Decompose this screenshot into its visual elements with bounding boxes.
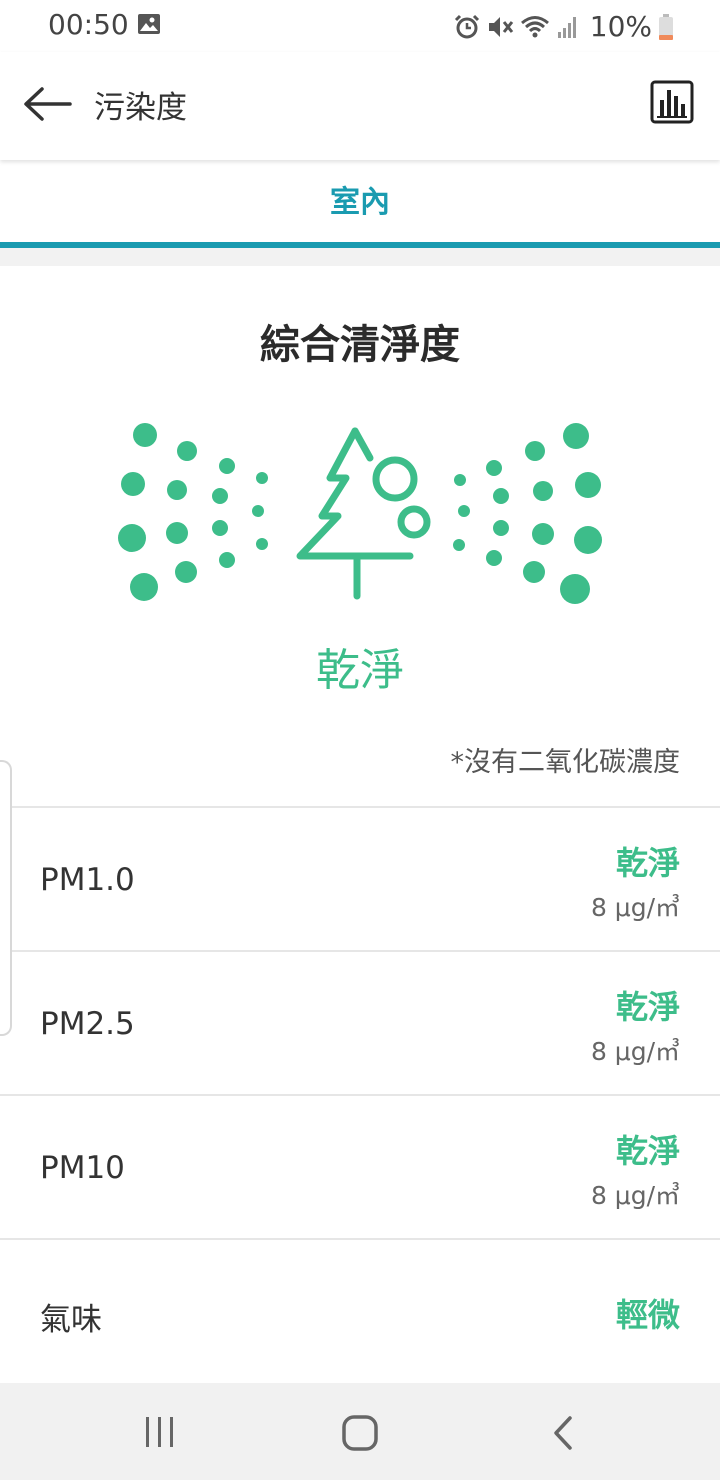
metric-row-odor[interactable]: 氣味 輕微 — [0, 1238, 720, 1383]
alarm-icon — [454, 14, 479, 38]
metric-row-pm10[interactable]: PM10 乾淨 8 μg/㎥ — [0, 1094, 720, 1238]
battery-percent: 10% — [589, 10, 652, 43]
edge-panel-handle[interactable] — [0, 760, 12, 1036]
back-icon[interactable] — [545, 1413, 581, 1453]
tab-indoor[interactable]: 室內 — [0, 160, 720, 242]
metric-name: PM1.0 — [40, 862, 135, 898]
overall-title: 綜合清淨度 — [260, 322, 460, 368]
main-content: 綜合清淨度 乾淨 *沒有二氧化碳濃度 PM1.0 乾淨 8 μg/㎥ PM2.5… — [0, 266, 720, 1383]
metric-level: 乾淨 — [615, 1132, 680, 1170]
system-nav-bar — [0, 1383, 720, 1480]
metric-name: 氣味 — [40, 1302, 102, 1338]
overall-status: 乾淨 — [316, 645, 404, 696]
tab-bar: 室內 — [0, 160, 720, 248]
metric-name: PM2.5 — [40, 1006, 135, 1042]
mute-icon — [488, 16, 513, 37]
status-icons: 10% — [454, 10, 674, 43]
page-title: 污染度 — [94, 90, 187, 126]
status-time: 00:50 — [48, 8, 129, 41]
back-arrow-icon[interactable] — [18, 80, 78, 128]
app-bar: 污染度 — [0, 52, 720, 160]
tree-with-particles-icon — [118, 423, 602, 604]
metric-name: PM10 — [40, 1150, 125, 1186]
co2-note: *沒有二氧化碳濃度 — [450, 747, 681, 778]
metric-row-pm1[interactable]: PM1.0 乾淨 8 μg/㎥ — [0, 806, 720, 950]
home-icon[interactable] — [340, 1413, 380, 1453]
divider-strip — [0, 248, 720, 266]
metric-level: 乾淨 — [615, 844, 680, 882]
metric-value: 8 μg/㎥ — [590, 1181, 680, 1210]
bar-chart-icon[interactable] — [650, 80, 694, 126]
signal-icon — [557, 16, 576, 38]
metric-level: 輕微 — [615, 1296, 680, 1334]
metric-level: 乾淨 — [615, 988, 680, 1026]
battery-icon — [659, 13, 673, 40]
wifi-icon — [520, 15, 549, 37]
metric-value: 8 μg/㎥ — [590, 1037, 680, 1066]
metric-row-pm25[interactable]: PM2.5 乾淨 8 μg/㎥ — [0, 950, 720, 1094]
gallery-icon — [138, 14, 160, 34]
recent-apps-icon[interactable] — [140, 1415, 180, 1449]
status-bar: 00:50 10% — [0, 0, 720, 52]
metric-value: 8 μg/㎥ — [590, 893, 680, 922]
